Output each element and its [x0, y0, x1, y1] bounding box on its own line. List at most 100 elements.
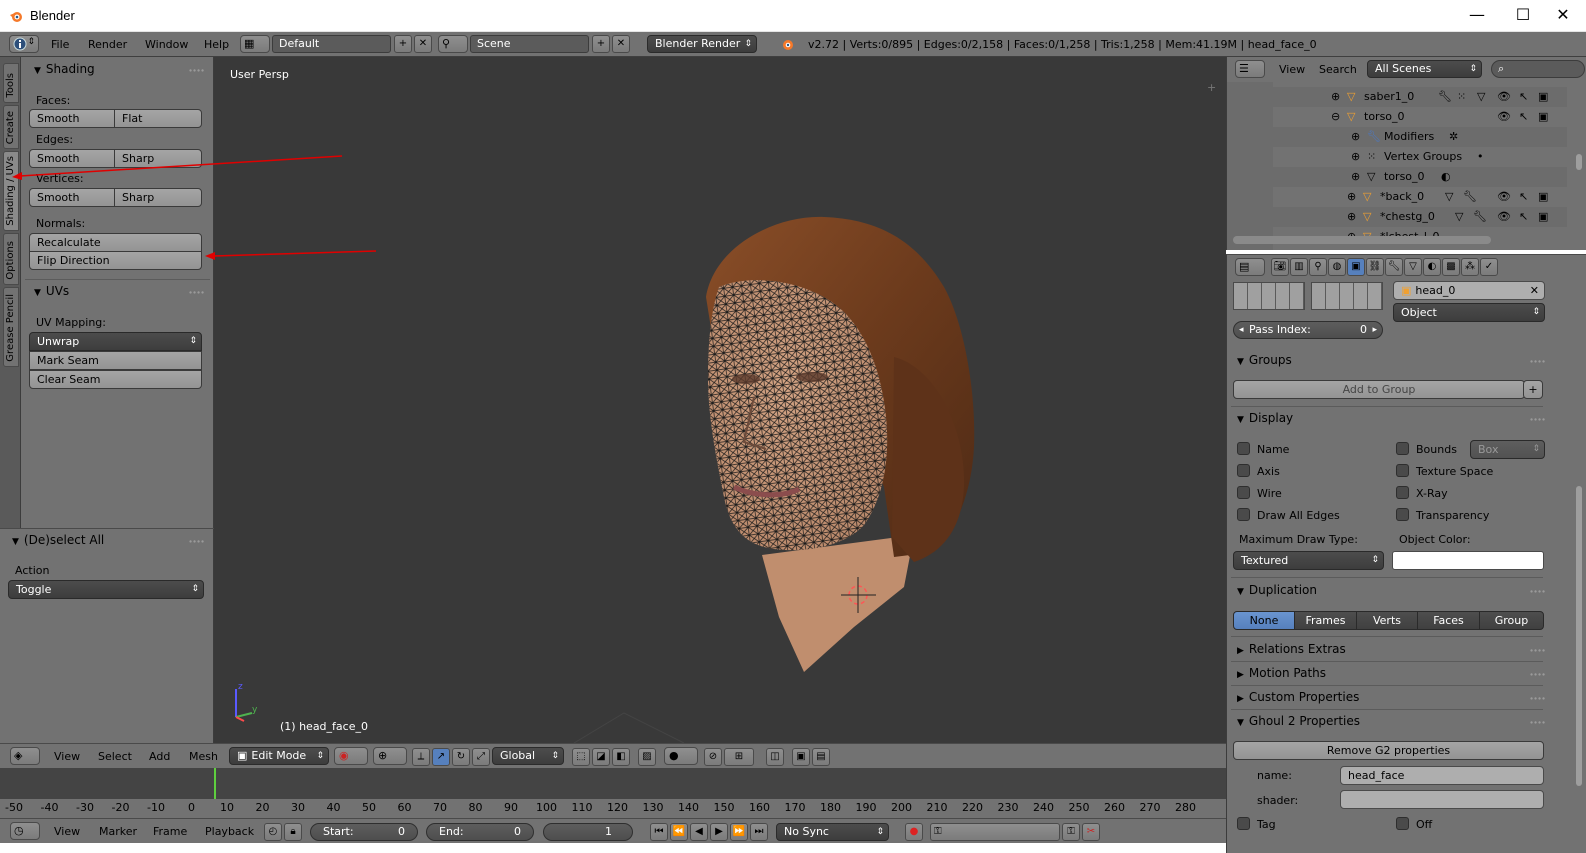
visibility-eye-icon[interactable]: 👁︎	[1497, 90, 1511, 103]
duplication-verts-option[interactable]: Verts	[1356, 611, 1418, 630]
tab-shading-uvs[interactable]: Shading / UVs	[3, 151, 19, 231]
menu-search[interactable]: Search	[1319, 63, 1357, 76]
tree-expand-icon[interactable]: ⊕	[1347, 190, 1356, 203]
physics-tab-icon[interactable]: ✓	[1480, 258, 1498, 276]
remove-g2-properties-button[interactable]: Remove G2 properties	[1233, 741, 1544, 760]
layout-name-field[interactable]: Default	[272, 35, 391, 53]
properties-scrollbar[interactable]	[1576, 486, 1582, 786]
tab-create[interactable]: Create	[3, 105, 19, 149]
g2-shader-input[interactable]	[1340, 790, 1544, 809]
select-cursor-icon[interactable]: ↖	[1519, 90, 1528, 103]
name-checkbox[interactable]	[1237, 442, 1250, 455]
duplication-faces-option[interactable]: Faces	[1417, 611, 1480, 630]
tree-expand-icon[interactable]: ⊕	[1331, 90, 1340, 103]
delete-layout-icon[interactable]: ✕	[414, 35, 432, 53]
texture-tab-icon[interactable]: ▩	[1442, 258, 1460, 276]
duplication-frames-option[interactable]: Frames	[1294, 611, 1357, 630]
outliner-item-name[interactable]: torso_0	[1384, 170, 1425, 183]
add-layout-icon[interactable]: +	[394, 35, 412, 53]
menu-frame[interactable]: Frame	[153, 825, 187, 838]
menu-select[interactable]: Select	[98, 750, 132, 763]
material-tab-icon[interactable]: ◐	[1423, 258, 1441, 276]
panel-grip-icon[interactable]: ∙∙∙∙	[188, 288, 205, 297]
3d-viewport[interactable]: User Persp + z y (1) head_face_0	[214, 57, 1226, 743]
render-tab-icon[interactable]: 📷︎	[1271, 258, 1289, 276]
keying-set-field[interactable]: ⚿	[930, 823, 1060, 841]
panel-grip-icon[interactable]: ∙∙∙∙	[188, 66, 205, 75]
texture-space-checkbox[interactable]	[1396, 464, 1409, 477]
outliner-row[interactable]: ⊕ ▽ *chestg_0 ▽ 🔧︎ 👁︎ ↖ ▣	[1227, 207, 1567, 227]
faces-flat-button[interactable]: Flat	[114, 109, 202, 128]
tree-expand-icon[interactable]: ⊕	[1351, 150, 1360, 163]
menu-playback[interactable]: Playback	[205, 825, 254, 838]
edges-sharp-button[interactable]: Sharp	[114, 149, 202, 168]
menu-file[interactable]: File	[51, 38, 69, 51]
select-cursor-icon[interactable]: ↖	[1519, 210, 1528, 223]
layer-buttons-left[interactable]	[1233, 282, 1305, 310]
scale-manipulator-icon[interactable]: ⤢	[472, 748, 490, 766]
outliner-item-name[interactable]: Vertex Groups	[1384, 150, 1462, 163]
max-draw-type-dropdown[interactable]: Textured ⇕	[1233, 551, 1384, 570]
panel-grip-icon[interactable]: ∙∙∙∙	[1529, 587, 1546, 596]
close-button[interactable]: ✕	[1540, 0, 1586, 32]
draw-all-edges-checkbox[interactable]	[1237, 508, 1250, 521]
prev-keyframe-icon[interactable]: ⏪	[670, 823, 688, 841]
shading-panel-header[interactable]: ▼ Shading	[34, 62, 95, 76]
bounds-checkbox[interactable]	[1396, 442, 1409, 455]
modifiers-tab-icon[interactable]: 🔧︎	[1385, 258, 1403, 276]
constraints-tab-icon[interactable]: ⛓︎	[1366, 258, 1384, 276]
snap-toggle-icon[interactable]: ⊘	[704, 748, 722, 766]
outliner-item-name[interactable]: torso_0	[1364, 110, 1405, 123]
transparency-checkbox[interactable]	[1396, 508, 1409, 521]
vertices-smooth-button[interactable]: Smooth	[29, 188, 115, 207]
vertex-select-icon[interactable]: ⬚	[572, 748, 590, 766]
rotate-manipulator-icon[interactable]: ↻	[452, 748, 470, 766]
increment-arrow-icon[interactable]: ▸	[1372, 322, 1377, 338]
layer-grid[interactable]	[1233, 282, 1383, 310]
edges-smooth-button[interactable]: Smooth	[29, 149, 115, 168]
render-layers-tab-icon[interactable]: ▥	[1290, 258, 1308, 276]
delete-scene-icon[interactable]: ✕	[612, 35, 630, 53]
minimize-button[interactable]: —	[1454, 0, 1500, 32]
outliner-row[interactable]: ⊕ ▽ *back_0 ▽ 🔧︎ 👁︎ ↖ ▣	[1227, 187, 1567, 207]
viewport-shading-button[interactable]: ◉	[334, 747, 368, 765]
axis-checkbox[interactable]	[1237, 464, 1250, 477]
next-keyframe-icon[interactable]: ⏩	[730, 823, 748, 841]
render-camera-icon[interactable]: ▣	[1538, 90, 1548, 103]
select-cursor-icon[interactable]: ↖	[1519, 110, 1528, 123]
visibility-eye-icon[interactable]: 👁︎	[1497, 190, 1511, 203]
panel-grip-icon[interactable]: ∙∙∙∙	[1529, 670, 1546, 679]
panel-grip-icon[interactable]: ∙∙∙∙	[1529, 718, 1546, 727]
play-icon[interactable]: ▶	[710, 823, 728, 841]
outliner-row[interactable]: ⊖ ▽ torso_0 👁︎ ↖ ▣	[1227, 107, 1567, 127]
editor-type-button[interactable]: ▤	[1235, 258, 1265, 276]
face-select-icon[interactable]: ◧	[612, 748, 630, 766]
menu-render[interactable]: Render	[88, 38, 127, 51]
tab-tools[interactable]: Tools	[3, 63, 19, 103]
world-tab-icon[interactable]: ◍	[1328, 258, 1346, 276]
add-group-plus-button[interactable]: +	[1523, 380, 1543, 399]
object-name-field[interactable]: ▣ head_0 ✕	[1393, 281, 1545, 300]
screen-layout-button[interactable]: ▦	[240, 35, 270, 53]
motion-paths-panel-header[interactable]: ▶ Motion Paths	[1237, 666, 1326, 680]
outliner-row[interactable]: ⊕ ⁙ Vertex Groups •	[1227, 147, 1567, 167]
bounds-type-dropdown[interactable]: Box ⇕	[1470, 440, 1545, 459]
render-still-icon[interactable]: ▣	[792, 748, 810, 766]
preview-range-icon[interactable]: ◴	[264, 823, 282, 841]
occlude-geometry-icon[interactable]: ▨	[638, 748, 656, 766]
editor-type-button[interactable]: ☰	[1235, 60, 1265, 78]
scene-name-field[interactable]: Scene	[470, 35, 589, 53]
mark-seam-button[interactable]: Mark Seam	[29, 351, 202, 370]
manipulator-toggle-icon[interactable]: ⟂	[412, 748, 430, 766]
translate-manipulator-icon[interactable]: ↗	[432, 748, 450, 766]
duplication-panel-header[interactable]: ▼ Duplication	[1237, 583, 1317, 597]
outliner-tree[interactable]: ⊕ ▽ saber1_0 🔧︎ ⁙ ▽ 👁︎ ↖ ▣ ⊖ ▽ torso_0 👁…	[1226, 82, 1586, 250]
insert-keyframe-icon[interactable]: ⚿	[1062, 823, 1080, 841]
outliner-item-name[interactable]: Modifiers	[1384, 130, 1434, 143]
editor-type-button[interactable]: ◷	[10, 822, 40, 840]
tab-options[interactable]: Options	[3, 233, 19, 285]
menu-help[interactable]: Help	[204, 38, 229, 51]
clear-seam-button[interactable]: Clear Seam	[29, 370, 202, 389]
visibility-eye-icon[interactable]: 👁︎	[1497, 210, 1511, 223]
tree-collapse-icon[interactable]: ⊖	[1331, 110, 1340, 123]
